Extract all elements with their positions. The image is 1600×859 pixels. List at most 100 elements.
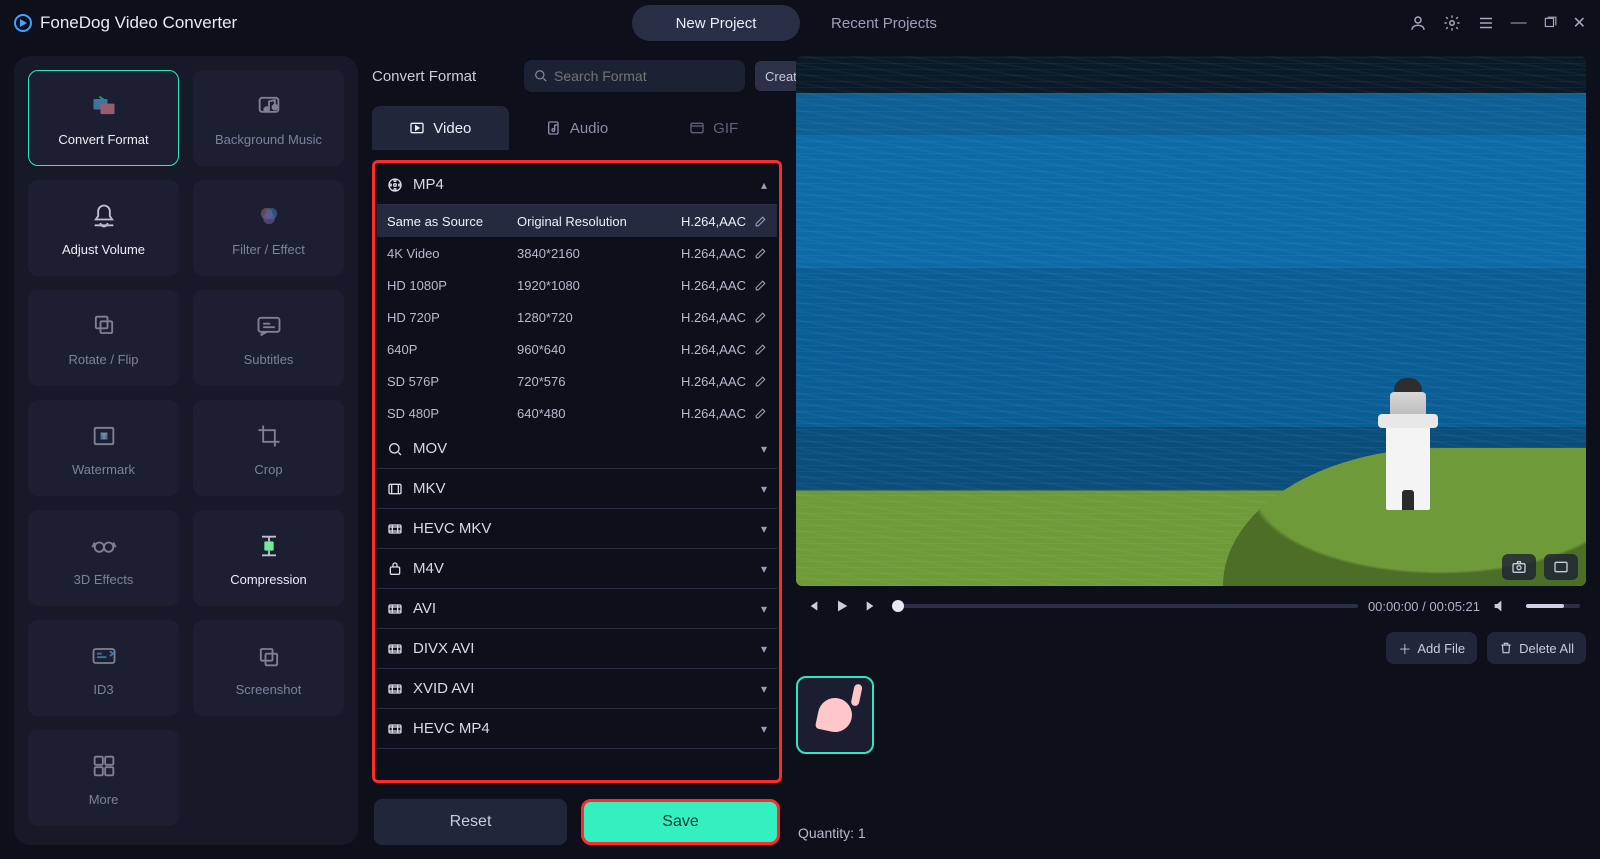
format-icon [387,561,403,577]
tool-id3[interactable]: ID3 [28,620,179,716]
tool-subtitles[interactable]: Subtitles [193,290,344,386]
save-button[interactable]: Save [581,799,780,845]
format-group-xvid-avi[interactable]: XVID AVI ▾ [377,669,777,709]
close-icon[interactable]: ✕ [1573,13,1586,33]
format-tab-audio[interactable]: Audio [509,106,646,150]
prev-button[interactable] [802,596,822,616]
tool-filter-effect[interactable]: Filter / Effect [193,180,344,276]
tool-label: ID3 [93,682,113,697]
format-icon [387,601,403,617]
file-thumbnails [796,670,1586,821]
chevron-down-icon: ▾ [761,482,767,496]
seek-bar[interactable] [892,604,1358,608]
preset-row[interactable]: HD 1080P 1920*1080 H.264,AAC [377,269,777,301]
compress-icon [249,530,289,562]
preset-row[interactable]: HD 720P 1280*720 H.264,AAC [377,301,777,333]
add-file-button[interactable]: ＋Add File [1386,632,1477,664]
preset-name: HD 1080P [387,278,517,293]
format-group-divx-avi[interactable]: DIVX AVI ▾ [377,629,777,669]
tab-new-project[interactable]: New Project [632,5,800,41]
music-note-icon [815,695,855,735]
format-icon [387,641,403,657]
play-button[interactable] [832,596,852,616]
file-thumbnail[interactable] [796,676,874,754]
tool-screenshot[interactable]: Screenshot [193,620,344,716]
preset-name: SD 576P [387,374,517,389]
video-preview[interactable] [796,56,1586,586]
tool-label: Watermark [72,462,135,477]
preset-codec: H.264,AAC [657,342,746,357]
preset-name: 640P [387,342,517,357]
chevron-down-icon: ▾ [761,722,767,736]
window-controls: — ✕ [1409,13,1586,33]
preset-resolution: Original Resolution [517,214,657,229]
crop-icon [249,420,289,452]
minimize-icon[interactable]: — [1511,14,1527,32]
tool-label: Subtitles [244,352,294,367]
search-icon [534,69,548,83]
chevron-down-icon: ▾ [761,642,767,656]
tool-background-music[interactable]: Background Music [193,70,344,166]
format-group-mp4[interactable]: MP4 ▴ [377,165,777,205]
edit-icon[interactable] [754,215,767,228]
maximize-icon[interactable] [1543,16,1557,30]
play-logo-icon [14,14,32,32]
format-icon [387,481,403,497]
menu-icon[interactable] [1477,14,1495,32]
fullscreen-button[interactable] [1544,554,1578,580]
tab-recent-projects[interactable]: Recent Projects [800,5,968,41]
tool-3d-effects[interactable]: 3D Effects [28,510,179,606]
preset-resolution: 960*640 [517,342,657,357]
format-group-mkv[interactable]: MKV ▾ [377,469,777,509]
format-group-m4v[interactable]: M4V ▾ [377,549,777,589]
edit-icon[interactable] [754,279,767,292]
preset-row[interactable]: Same as Source Original Resolution H.264… [377,205,777,237]
format-icon [387,721,403,737]
reset-button[interactable]: Reset [374,799,567,845]
edit-icon[interactable] [754,311,767,324]
preset-row[interactable]: 640P 960*640 H.264,AAC [377,333,777,365]
tool-label: Crop [254,462,282,477]
preview-area: 00:00:00 / 00:05:21 ＋Add File Delete All… [796,56,1586,845]
edit-icon[interactable] [754,375,767,388]
preset-name: SD 480P [387,406,517,421]
film-icon [387,177,403,193]
search-input[interactable] [554,68,735,84]
format-icon [387,681,403,697]
volume-slider[interactable] [1526,604,1580,608]
preset-row[interactable]: SD 480P 640*480 H.264,AAC [377,397,777,429]
tool-rotate-flip[interactable]: Rotate / Flip [28,290,179,386]
tool-crop[interactable]: Crop [193,400,344,496]
format-tab-gif[interactable]: GIF [645,106,782,150]
tool-compression[interactable]: Compression [193,510,344,606]
tool-adjust-volume[interactable]: Adjust Volume [28,180,179,276]
quantity-label: Quantity: 1 [796,821,1586,845]
delete-all-button[interactable]: Delete All [1487,632,1586,664]
watermark-icon: T [84,420,124,452]
tool-convert-format[interactable]: Convert Format [28,70,179,166]
preset-codec: H.264,AAC [657,278,746,293]
snapshot-button[interactable] [1502,554,1536,580]
app-logo: FoneDog Video Converter [14,13,237,33]
preset-row[interactable]: 4K Video 3840*2160 H.264,AAC [377,237,777,269]
format-name: MOV [413,440,447,457]
preset-row[interactable]: SD 576P 720*576 H.264,AAC [377,365,777,397]
preset-codec: H.264,AAC [657,406,746,421]
format-group-mov[interactable]: MOV ▾ [377,429,777,469]
account-icon[interactable] [1409,14,1427,32]
tool-more[interactable]: More [28,730,179,826]
format-group-avi[interactable]: AVI ▾ [377,589,777,629]
format-group-hevc-mkv[interactable]: HEVC MKV ▾ [377,509,777,549]
tool-watermark[interactable]: T Watermark [28,400,179,496]
edit-icon[interactable] [754,343,767,356]
settings-icon[interactable] [1443,14,1461,32]
edit-icon[interactable] [754,247,767,260]
search-format[interactable] [524,60,745,92]
next-button[interactable] [862,596,882,616]
format-tab-video[interactable]: Video [372,106,509,150]
volume-icon[interactable] [1490,596,1510,616]
format-icon [387,441,403,457]
edit-icon[interactable] [754,407,767,420]
format-group-hevc-mp4[interactable]: HEVC MP4 ▾ [377,709,777,749]
tool-label: 3D Effects [74,572,134,587]
